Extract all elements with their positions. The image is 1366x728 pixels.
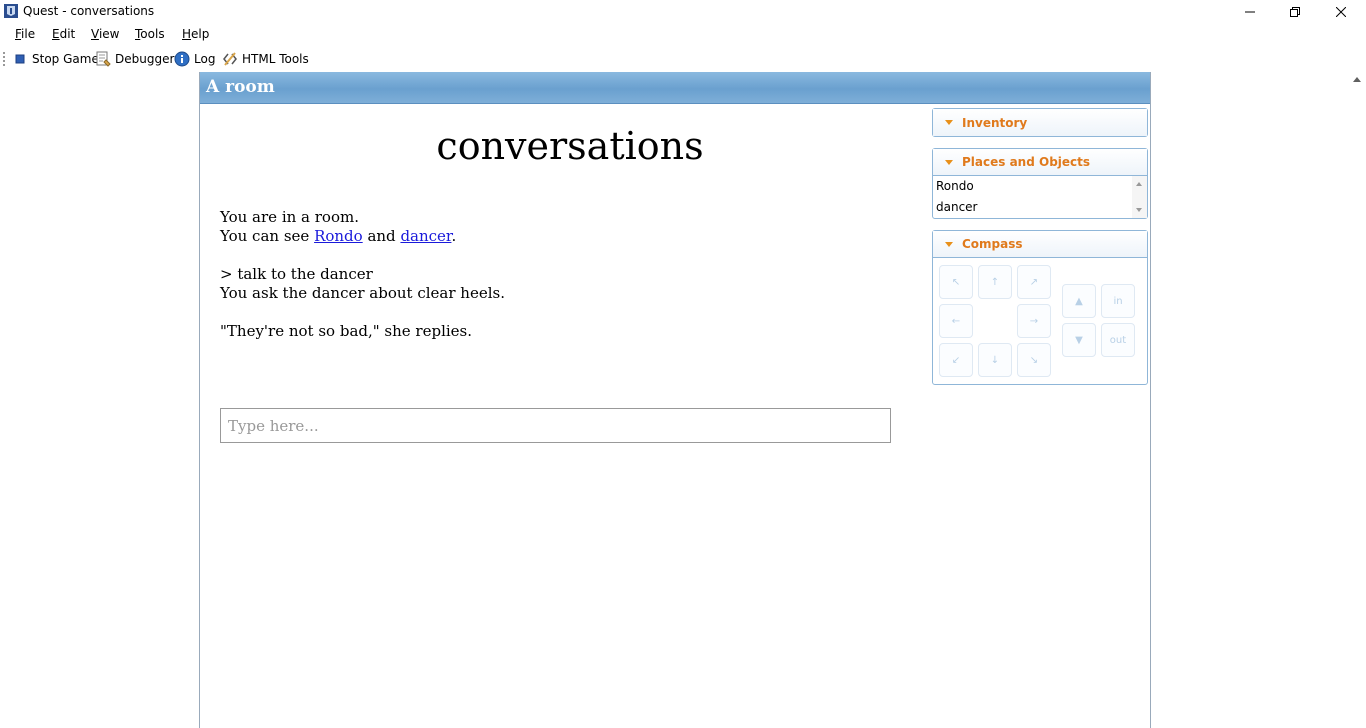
object-link-dancer[interactable]: dancer (400, 227, 451, 245)
menu-view[interactable]: View (91, 27, 119, 41)
menu-file[interactable]: File (15, 27, 35, 41)
scroll-up-icon[interactable] (1136, 182, 1142, 186)
scroll-up-arrow-icon[interactable] (1353, 77, 1361, 82)
inventory-header[interactable]: Inventory (933, 109, 1147, 136)
inventory-pane: Inventory (932, 108, 1148, 137)
compass-west-button[interactable]: ← (939, 304, 973, 338)
visible-objects-line: You can see Rondo and dancer. (220, 227, 457, 245)
places-objects-pane: Places and Objects Rondo dancer (932, 148, 1148, 219)
room-title: A room (206, 77, 275, 97)
toolbar-grip (3, 52, 6, 66)
compass-northwest-button[interactable]: ↖ (939, 265, 973, 299)
compass-north-button[interactable]: ↑ (978, 265, 1012, 299)
list-scrollbar[interactable] (1132, 176, 1147, 218)
compass-down-button[interactable]: ▼ (1062, 323, 1096, 357)
menu-tools[interactable]: Tools (135, 27, 165, 41)
title-bar: Quest - conversations (0, 0, 1366, 23)
places-objects-list: Rondo dancer (933, 176, 1147, 218)
command-echo: > talk to the dancer (220, 265, 373, 283)
info-icon (174, 51, 190, 67)
game-title: conversations (436, 124, 704, 168)
response-text: You ask the dancer about clear heels. (220, 284, 505, 302)
debugger-button[interactable]: Debugger (95, 51, 174, 67)
log-button[interactable]: Log (174, 51, 215, 67)
compass-east-button[interactable]: → (1017, 304, 1051, 338)
room-header: A room (200, 72, 1150, 104)
compass-northeast-button[interactable]: ↗ (1017, 265, 1051, 299)
list-item[interactable]: dancer (936, 200, 978, 214)
main-scrollbar[interactable] (1349, 72, 1366, 728)
compass-south-button[interactable]: ↓ (978, 343, 1012, 377)
command-input[interactable] (220, 408, 891, 443)
compass-grid: ↖ ↑ ↗ ← → ↙ ↓ ↘ ▲ in ▼ out (933, 258, 1147, 384)
compass-southwest-button[interactable]: ↙ (939, 343, 973, 377)
scroll-down-icon[interactable] (1136, 208, 1142, 212)
restore-button[interactable] (1272, 0, 1318, 23)
compass-southeast-button[interactable]: ↘ (1017, 343, 1051, 377)
compass-pane: Compass ↖ ↑ ↗ ← → ↙ ↓ ↘ ▲ in ▼ out (932, 230, 1148, 385)
collapse-triangle-icon (945, 159, 953, 165)
close-button[interactable] (1318, 0, 1364, 23)
object-link-rondo[interactable]: Rondo (314, 227, 363, 245)
compass-up-button[interactable]: ▲ (1062, 284, 1096, 318)
menu-bar: File Edit View Tools Help (0, 23, 1366, 46)
minimize-button[interactable] (1227, 0, 1273, 23)
game-panel: A room conversations You are in a room. … (199, 72, 1151, 728)
reply-text: "They're not so bad," she replies. (220, 322, 473, 340)
quest-app-icon (4, 4, 18, 18)
collapse-triangle-icon (945, 241, 953, 247)
menu-help[interactable]: Help (182, 27, 209, 41)
compass-out-button[interactable]: out (1101, 323, 1135, 357)
room-description: You are in a room. (220, 208, 359, 226)
stop-game-button[interactable]: Stop Game (12, 51, 99, 67)
stop-icon (12, 51, 28, 67)
html-tools-button[interactable]: HTML Tools (222, 51, 309, 67)
compass-in-button[interactable]: in (1101, 284, 1135, 318)
places-objects-header[interactable]: Places and Objects (933, 149, 1147, 176)
html-tools-icon (222, 51, 238, 67)
compass-header[interactable]: Compass (933, 231, 1147, 258)
debugger-icon (95, 51, 111, 67)
collapse-triangle-icon (945, 120, 953, 125)
window-title: Quest - conversations (23, 4, 155, 18)
toolbar: Stop Game Debugger Log HTML Tools (0, 46, 1366, 72)
menu-edit[interactable]: Edit (52, 27, 75, 41)
list-item[interactable]: Rondo (936, 179, 974, 193)
